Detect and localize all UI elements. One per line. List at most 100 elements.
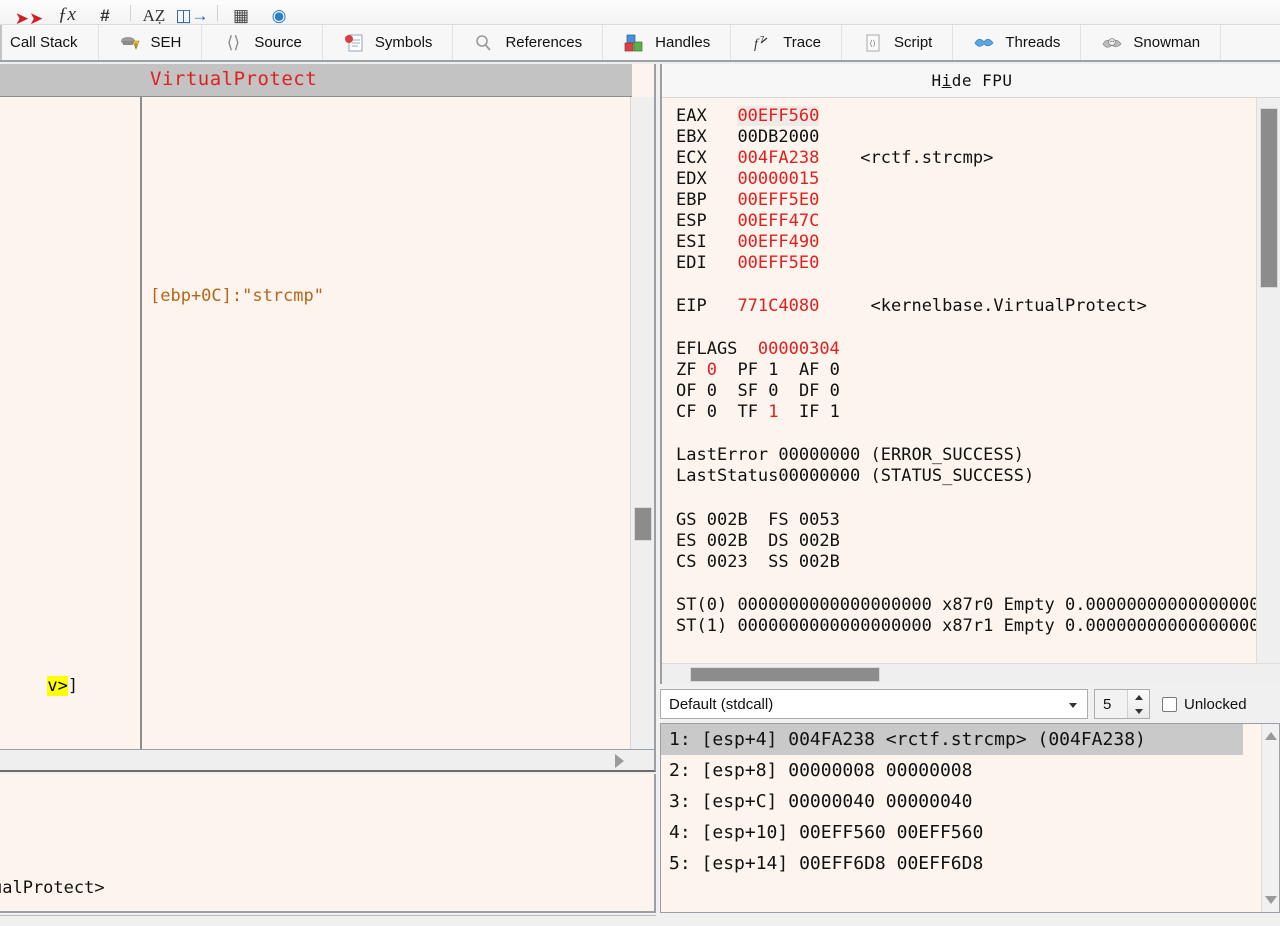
scroll-up-arrow-icon[interactable] xyxy=(1265,732,1277,740)
last-status-row[interactable]: LastStatus00000000 (STATUS_SUCCESS) xyxy=(676,466,1034,486)
hash-label-icon[interactable]: # xyxy=(90,0,120,24)
tab-symbols[interactable]: Symbols xyxy=(323,25,454,60)
register-row-eflags[interactable]: EFLAGS 00000304 xyxy=(676,339,840,359)
disassembly-selected-header-row[interactable]: VirtualProtect xyxy=(0,64,632,97)
script-icon: ⟨⟩ xyxy=(862,33,884,53)
tab-threads[interactable]: Threads xyxy=(953,25,1082,60)
segment-row-2[interactable]: ES 002B DS 002B xyxy=(676,531,840,551)
disassembly-pane[interactable]: VirtualProtect [ebp+0C]:"strcmp" v>] xyxy=(0,64,656,750)
register-row-esi[interactable]: ESI 00EFF490 xyxy=(676,232,819,252)
segment-value[interactable]: 0023 xyxy=(707,552,748,572)
arguments-vertical-scrollbar[interactable] xyxy=(1261,724,1279,912)
register-row-eax[interactable]: EAX 00EFF560 xyxy=(676,106,820,126)
bookmark-red-icon[interactable]: ➤➤ xyxy=(14,3,44,24)
flag-value[interactable]: 1 xyxy=(768,360,778,380)
argument-value[interactable]: 004FA238 xyxy=(788,729,875,750)
register-row-eip[interactable]: EIP 771C4080 <kernelbase.VirtualProtect> xyxy=(676,296,1147,316)
registers-hscroll-thumb[interactable] xyxy=(690,667,880,682)
segment-value[interactable]: 002B xyxy=(707,531,748,551)
flag-row-3[interactable]: CF 0 TF 1 IF 1 xyxy=(676,402,840,422)
argument-value[interactable]: 00000008 xyxy=(788,760,875,781)
flag-value[interactable]: 0 xyxy=(830,381,840,401)
chevron-down-icon[interactable] xyxy=(1069,703,1077,708)
registers-horizontal-scrollbar[interactable] xyxy=(662,663,1280,684)
tab-handles[interactable]: Handles xyxy=(603,25,732,60)
register-row-edx[interactable]: EDX 00000015 xyxy=(676,169,819,189)
calling-convention-select[interactable]: Default (stdcall) xyxy=(660,689,1088,719)
segment-value[interactable]: 002B xyxy=(799,531,840,551)
tab-seh[interactable]: ! SEH xyxy=(99,25,203,60)
dump-pane[interactable]: ualProtect> xyxy=(0,774,656,913)
register-name: EBX xyxy=(676,127,707,147)
flag-value[interactable]: 0 xyxy=(707,402,717,422)
tab-call-stack[interactable]: Call Stack xyxy=(0,25,99,60)
calculator-icon[interactable]: ▦ xyxy=(226,0,256,24)
disassembly-horizontal-scrollbar[interactable] xyxy=(0,750,656,772)
tab-references[interactable]: References xyxy=(453,25,604,60)
register-row-ebp[interactable]: EBP 00EFF5E0 xyxy=(676,190,819,210)
scroll-right-arrow-icon[interactable] xyxy=(615,754,624,768)
register-row-ebx[interactable]: EBX 00DB2000 xyxy=(676,127,819,147)
export-page-icon[interactable]: ◫→ xyxy=(177,0,207,24)
register-row-edi[interactable]: EDI 00EFF5E0 xyxy=(676,253,819,273)
flag-value[interactable]: 0 xyxy=(830,360,840,380)
tab-source[interactable]: ⟨⟩ Source xyxy=(202,25,323,60)
segment-value[interactable]: 002B xyxy=(799,552,840,572)
segment-value[interactable]: 002B xyxy=(707,510,748,530)
register-value[interactable]: 00EFF5E0 xyxy=(737,253,819,273)
disassembly-vertical-scrollbar[interactable] xyxy=(630,97,654,749)
segment-row-1[interactable]: GS 002B FS 0053 xyxy=(676,510,840,530)
segment-value[interactable]: 0053 xyxy=(799,510,840,530)
argument-row[interactable]: 5: [esp+14] 00EFF6D8 00EFF6D8 xyxy=(661,848,1243,879)
fpu-row-st0[interactable]: ST(0) 0000000000000000000 x87r0 Empty 0.… xyxy=(676,595,1258,615)
register-value[interactable]: 00EFF560 xyxy=(737,106,820,126)
argument-count-stepper[interactable]: 5 xyxy=(1094,689,1150,719)
last-error-row[interactable]: LastError 00000000 (ERROR_SUCCESS) xyxy=(676,445,1024,465)
argument-row[interactable]: 2: [esp+8] 00000008 00000008 xyxy=(661,755,1243,786)
register-value[interactable]: 00EFF5E0 xyxy=(737,190,819,210)
disassembly-scroll-thumb[interactable] xyxy=(634,507,652,541)
arguments-list[interactable]: 1: [esp+4] 004FA238 <rctf.strcmp> (004FA… xyxy=(660,723,1280,913)
flag-value[interactable]: 1 xyxy=(830,402,840,422)
scroll-down-arrow-icon[interactable] xyxy=(1265,896,1277,904)
tab-snowman[interactable]: Snowman xyxy=(1081,25,1222,60)
argument-value[interactable]: 00EFF6D8 xyxy=(799,853,886,874)
register-value[interactable]: 00EFF490 xyxy=(737,232,819,252)
tab-trace[interactable]: f7 Trace xyxy=(731,25,842,60)
register-row-ecx[interactable]: ECX 004FA238 <rctf.strcmp> xyxy=(676,148,993,168)
registers-scroll-thumb[interactable] xyxy=(1260,108,1278,288)
register-value[interactable]: 00EFF47C xyxy=(737,211,819,231)
register-value[interactable]: 771C4080 xyxy=(737,296,819,316)
registers-pane[interactable]: Hide FPU EAX 00EFF560 EBX 00DB2000 ECX 0… xyxy=(660,64,1280,684)
register-value[interactable]: 00000304 xyxy=(758,339,840,359)
unlocked-checkbox[interactable]: Unlocked xyxy=(1162,696,1247,713)
argument-value[interactable]: 00EFF560 xyxy=(799,822,886,843)
flag-row-1[interactable]: ZF 0 PF 1 AF 0 xyxy=(676,360,840,380)
register-value[interactable]: 00000015 xyxy=(737,169,819,189)
flag-value[interactable]: 1 xyxy=(768,402,778,422)
flag-row-2[interactable]: OF 0 SF 0 DF 0 xyxy=(676,381,840,401)
flag-value[interactable]: 0 xyxy=(707,360,717,380)
stepper-up-icon[interactable] xyxy=(1128,690,1149,704)
segment-row-3[interactable]: CS 0023 SS 002B xyxy=(676,552,840,572)
fpu-row-st1[interactable]: ST(1) 0000000000000000000 x87r1 Empty 0.… xyxy=(676,616,1258,636)
register-value[interactable]: 004FA238 xyxy=(737,148,819,168)
checkbox-box-icon[interactable] xyxy=(1162,696,1177,712)
argument-row[interactable]: 1: [esp+4] 004FA238 <rctf.strcmp> (004FA… xyxy=(661,724,1243,755)
register-row-esp[interactable]: ESP 00EFF47C xyxy=(676,211,819,231)
flag-value[interactable]: 0 xyxy=(768,381,778,401)
registers-list[interactable]: EAX 00EFF560 EBX 00DB2000 ECX 004FA238 <… xyxy=(662,98,1258,663)
font-az-icon[interactable]: AẒ xyxy=(139,0,169,24)
stepper-down-icon[interactable] xyxy=(1128,704,1149,718)
registers-vertical-scrollbar[interactable] xyxy=(1256,98,1280,663)
globe-icon[interactable]: ◉ xyxy=(264,0,294,24)
stepper-buttons[interactable] xyxy=(1127,690,1149,718)
tab-script[interactable]: ⟨⟩ Script xyxy=(842,25,954,60)
argument-value[interactable]: 00000040 xyxy=(788,791,875,812)
function-fx-icon[interactable]: ƒx xyxy=(52,0,82,24)
hide-fpu-button[interactable]: Hide FPU xyxy=(921,69,1022,92)
flag-value[interactable]: 0 xyxy=(707,381,717,401)
register-value[interactable]: 00DB2000 xyxy=(737,127,819,147)
argument-row[interactable]: 3: [esp+C] 00000040 00000040 xyxy=(661,786,1243,817)
argument-row[interactable]: 4: [esp+10] 00EFF560 00EFF560 xyxy=(661,817,1243,848)
